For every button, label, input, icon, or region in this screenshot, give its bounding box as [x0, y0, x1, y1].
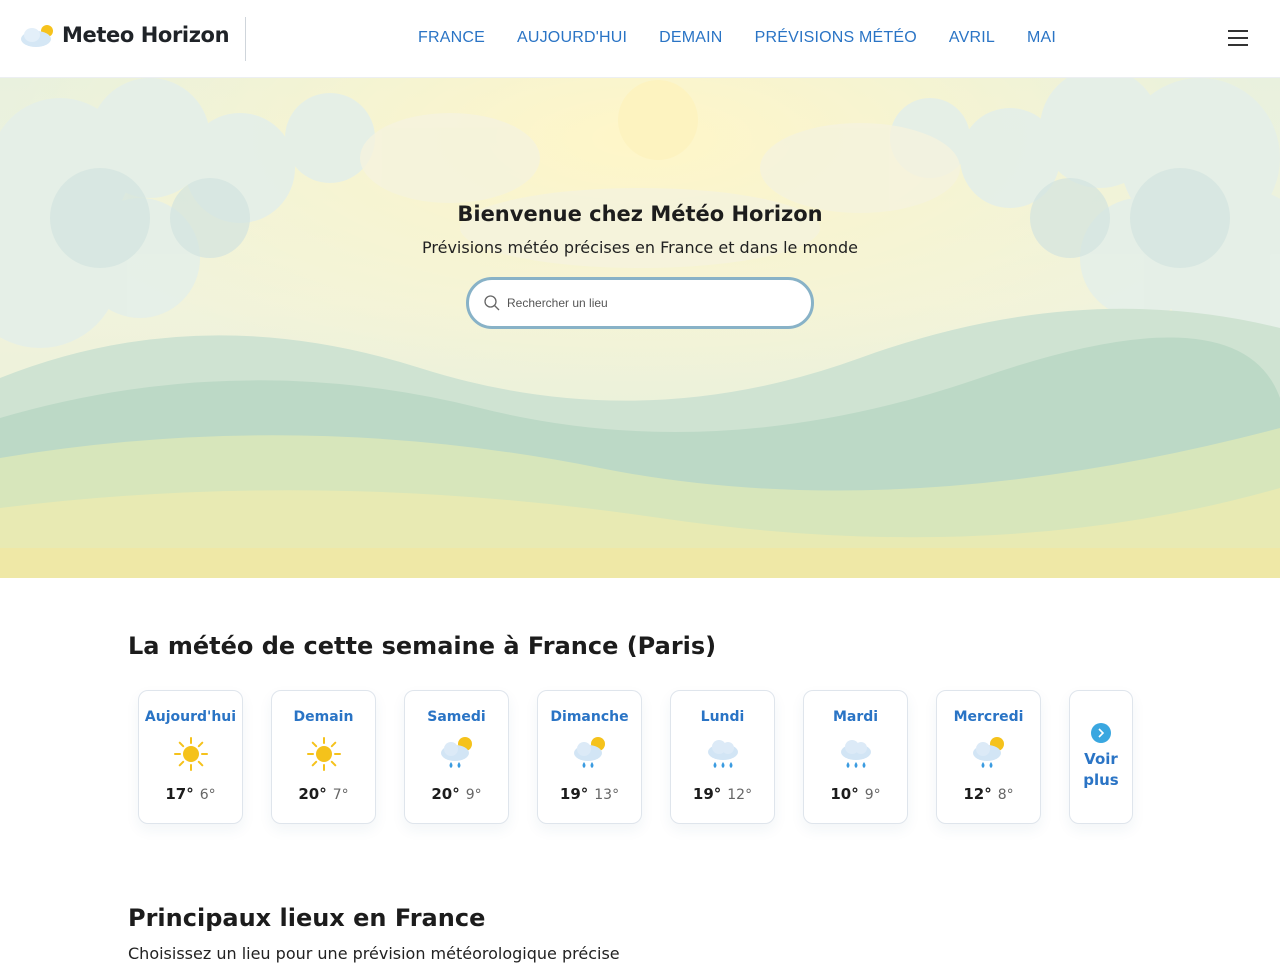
search-input[interactable] — [507, 296, 787, 310]
sun-icon — [306, 737, 341, 771]
day-card-demain[interactable]: Demain 20° 7° — [271, 690, 376, 824]
nav-previsions-meteo[interactable]: PRÉVISIONS MÉTÉO — [755, 29, 917, 47]
nav-mai[interactable]: MAI — [1027, 29, 1056, 47]
chevron-right-icon — [1091, 723, 1111, 743]
see-more-button[interactable]: Voir plus — [1069, 690, 1133, 824]
day-card-mercredi[interactable]: Mercredi 12° 8° — [936, 690, 1041, 824]
day-name: Mercredi — [953, 709, 1024, 725]
sun-cloud-rain-icon — [573, 737, 605, 768]
nav-france[interactable]: FRANCE — [418, 29, 485, 47]
search-icon — [484, 295, 500, 311]
temp-max: 12° — [963, 785, 992, 803]
day-name: Dimanche — [550, 709, 629, 725]
day-name: Mardi — [832, 709, 879, 725]
temp-min: 13° — [594, 787, 620, 803]
week-forecast-list: Aujourd'hui 17° 6° Demain 20° 7° Samedi 20… — [138, 690, 1133, 824]
day-name: Samedi — [427, 709, 486, 725]
day-card-mardi[interactable]: Mardi 10° 9° — [803, 690, 908, 824]
header-divider — [245, 17, 246, 61]
day-card-dimanche[interactable]: Dimanche 19° 13° — [537, 690, 642, 824]
places-title: Principaux lieux en France — [128, 904, 486, 932]
day-name: Lundi — [700, 709, 745, 725]
temp-max: 17° — [165, 785, 194, 803]
hero-banner: Bienvenue chez Météo Horizon Prévisions … — [0, 78, 1280, 578]
day-card-lundi[interactable]: Lundi 19° 12° — [670, 690, 775, 824]
sun-cloud-rain-icon — [972, 737, 1004, 768]
hero-subtitle: Prévisions météo précises en France et d… — [422, 238, 858, 257]
temp-max: 10° — [830, 785, 859, 803]
day-card-samedi[interactable]: Samedi 20° 9° — [404, 690, 509, 824]
cloud-sun-logo-icon — [21, 25, 53, 47]
day-name: Aujourd'hui — [144, 709, 237, 725]
site-header: Meteo Horizon FRANCE AUJOURD'HUI DEMAIN … — [0, 0, 1280, 78]
brand-logo[interactable]: Meteo Horizon — [20, 22, 230, 48]
main-nav: FRANCE AUJOURD'HUI DEMAIN PRÉVISIONS MÉT… — [402, 29, 1072, 47]
temp-min: 12° — [727, 787, 753, 803]
cloud-rain-icon — [840, 740, 871, 768]
temp-max: 20° — [298, 785, 327, 803]
temp-min: 9° — [864, 787, 881, 803]
places-subtitle: Choisissez un lieu pour une prévision mé… — [128, 944, 620, 963]
temp-min: 6° — [199, 787, 216, 803]
temp-min: 7° — [332, 787, 349, 803]
sun-icon — [173, 737, 208, 771]
sun-cloud-rain-icon — [440, 737, 472, 768]
day-card-aujourdhui[interactable]: Aujourd'hui 17° 6° — [138, 690, 243, 824]
cloud-rain-icon — [707, 740, 738, 768]
temp-max: 20° — [431, 785, 460, 803]
nav-demain[interactable]: DEMAIN — [659, 29, 722, 47]
brand-name: Meteo Horizon — [62, 23, 230, 47]
day-name: Demain — [293, 709, 354, 725]
hamburger-menu-icon[interactable] — [1228, 30, 1248, 48]
temp-max: 19° — [692, 785, 722, 803]
temp-max: 19° — [559, 785, 589, 803]
nav-avril[interactable]: AVRIL — [949, 29, 995, 47]
week-forecast-title: La météo de cette semaine à France (Pari… — [128, 632, 717, 660]
nav-aujourdhui[interactable]: AUJOURD'HUI — [517, 29, 627, 47]
search-box[interactable] — [466, 277, 814, 329]
see-more-label: Voir plus — [1083, 750, 1119, 789]
hero-title: Bienvenue chez Météo Horizon — [457, 202, 823, 226]
temp-min: 9° — [465, 787, 482, 803]
temp-min: 8° — [997, 787, 1014, 803]
